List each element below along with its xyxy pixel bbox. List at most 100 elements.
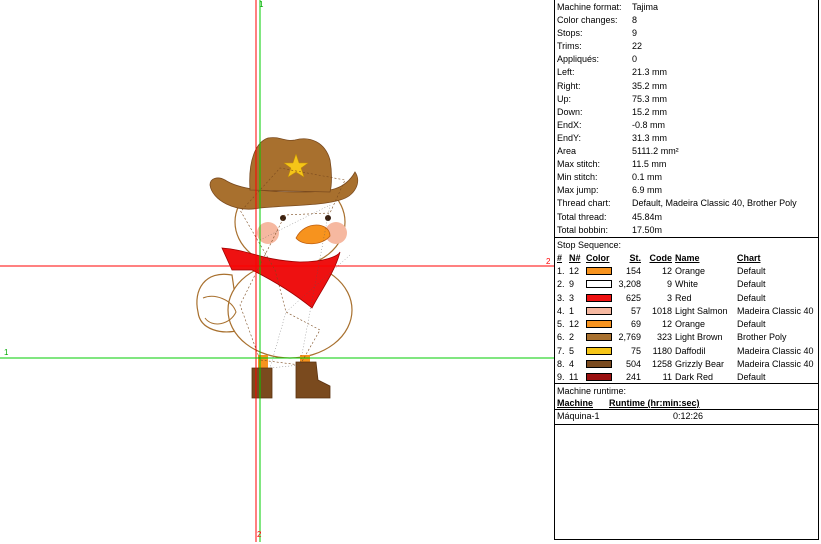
runtime-time: 0:12:26: [673, 411, 704, 421]
stop-stitches: 57: [630, 305, 641, 316]
stop-chart: Madeira Classic 40: [737, 359, 814, 370]
stop-chart: Default: [737, 279, 766, 290]
info-row: Left: 21.3 mm: [557, 66, 818, 79]
stop-chart: Brother Poly: [737, 332, 787, 343]
info-row: Right: 35.2 mm: [557, 80, 818, 93]
stop-row[interactable]: 1. 12 154 12 Orange Default: [557, 265, 818, 278]
col-name: Name: [675, 253, 700, 263]
stop-row[interactable]: 6. 2 2,769 323 Light Brown Brother Poly: [557, 331, 818, 344]
info-value: 45.84m: [632, 211, 663, 222]
duck-embroidery: [196, 137, 359, 399]
info-value: 17.50m: [632, 224, 663, 235]
color-swatch: [586, 346, 612, 355]
info-value: 11.5 mm: [632, 159, 667, 170]
stop-num: 7.: [557, 345, 565, 356]
info-label: EndY:: [557, 132, 582, 143]
color-swatch: [586, 267, 612, 275]
info-label: Thread chart:: [557, 198, 611, 209]
stop-needle: 2: [569, 332, 575, 343]
info-value: 9: [632, 28, 638, 39]
stop-num: 3.: [557, 292, 565, 303]
info-value: 22: [632, 41, 643, 52]
stop-chart: Madeira Classic 40: [737, 305, 814, 316]
stop-color-name: Red: [675, 292, 692, 303]
stop-code: 3: [666, 292, 672, 303]
info-row: Area 5111.2 mm²: [557, 145, 818, 158]
info-label: Trims:: [557, 41, 582, 52]
info-label: Stops:: [557, 28, 583, 39]
stop-num: 8.: [557, 359, 565, 370]
color-swatch: [586, 320, 612, 329]
info-row: Total bobbin: 17.50m: [557, 224, 818, 237]
runtime-header: Machine Runtime (hr:min:sec): [557, 397, 818, 409]
stop-chart: Default: [737, 372, 766, 383]
design-info-panel: Machine format: Tajima Color changes: 8 Stop…: [554, 0, 819, 540]
info-row: Trims: 22: [557, 40, 818, 53]
info-value: 75.3 mm: [632, 93, 668, 104]
stop-chart: Default: [737, 319, 766, 330]
info-label: Max jump:: [557, 185, 599, 196]
stop-needle: 4: [569, 359, 575, 370]
info-label: Up:: [557, 93, 572, 104]
stop-code: 12: [661, 266, 672, 276]
stop-stitches: 3,208: [618, 279, 641, 290]
info-label: Color changes:: [557, 15, 618, 26]
stop-sequence-header: # N# Color St. Code Name Chart: [557, 252, 818, 265]
stop-num: 1.: [557, 266, 565, 276]
color-swatch: [586, 333, 612, 342]
info-label: Right:: [557, 80, 581, 91]
stop-code: 12: [661, 319, 672, 330]
stop-chart: Madeira Classic 40: [737, 345, 814, 356]
stop-num: 5.: [557, 319, 565, 330]
stop-row[interactable]: 2. 9 3,208 9 White Default: [557, 278, 818, 291]
info-row: Machine format: Tajima: [557, 1, 818, 14]
color-swatch: [586, 360, 612, 369]
stop-chart: Default: [737, 266, 766, 276]
stop-needle: 12: [569, 319, 580, 330]
axis-label-right: 2: [546, 257, 551, 266]
stop-row[interactable]: 8. 4 504 1258 Grizzly Bear Madeira Classic 40: [557, 358, 818, 371]
runtime-machine: Máquina-1: [557, 411, 600, 421]
info-label: Total bobbin:: [557, 224, 609, 235]
color-swatch: [586, 373, 612, 382]
info-value: Default, Madeira Classic 40, Brother Pol…: [632, 198, 797, 209]
stop-sequence: Stop Sequence: # N# Color St. Code Name …: [555, 238, 818, 384]
col-color: Color: [586, 253, 610, 263]
stop-stitches: 625: [625, 292, 641, 303]
stop-stitches: 2,769: [618, 332, 641, 343]
stop-row[interactable]: 5. 12 69 12 Orange Default: [557, 318, 818, 331]
info-value: 6.9 mm: [632, 185, 663, 196]
stop-code: 1018: [651, 305, 672, 316]
stop-code: 1258: [651, 359, 672, 370]
info-label: Min stitch:: [557, 172, 598, 183]
stop-row[interactable]: 4. 1 57 1018 Light Salmon Madeira Classic 40: [557, 305, 818, 318]
stop-needle: 5: [569, 345, 575, 356]
info-row: Thread chart: Default, Madeira Classic 40…: [557, 197, 818, 210]
stop-color-name: Daffodil: [675, 345, 706, 356]
stop-needle: 9: [569, 279, 575, 290]
stop-row[interactable]: 9. 11 241 11 Dark Red Default: [557, 371, 818, 384]
info-row: Total thread: 45.84m: [557, 211, 818, 224]
info-value: 5111.2 mm²: [632, 146, 679, 157]
stop-color-name: Light Brown: [675, 332, 723, 343]
stop-color-name: Grizzly Bear: [675, 359, 725, 370]
color-swatch: [586, 293, 612, 302]
axis-label-top: 1: [259, 0, 264, 9]
info-value: 21.3 mm: [632, 67, 668, 78]
stop-row[interactable]: 7. 5 75 1180 Daffodil Madeira Classic 40: [557, 345, 818, 358]
design-preview: [0, 0, 554, 542]
stop-row[interactable]: 3. 3 625 3 Red Default: [557, 292, 818, 305]
info-row: EndX: -0.8 mm: [557, 119, 818, 132]
info-value: 35.2 mm: [632, 80, 668, 91]
color-swatch: [586, 306, 612, 315]
runtime-col-machine: Machine: [557, 398, 594, 408]
stop-needle: 12: [569, 266, 580, 276]
design-canvas[interactable]: 1 2 1 2: [0, 0, 554, 542]
col-code: Code: [649, 253, 673, 263]
info-label: Down:: [557, 106, 583, 117]
stop-stitches: 154: [625, 266, 641, 276]
stop-num: 4.: [557, 305, 565, 316]
info-row: Stops: 9: [557, 27, 818, 40]
col-chart: Chart: [737, 253, 761, 263]
machine-runtime: Machine runtime: Machine Runtime (hr:min…: [555, 384, 818, 425]
